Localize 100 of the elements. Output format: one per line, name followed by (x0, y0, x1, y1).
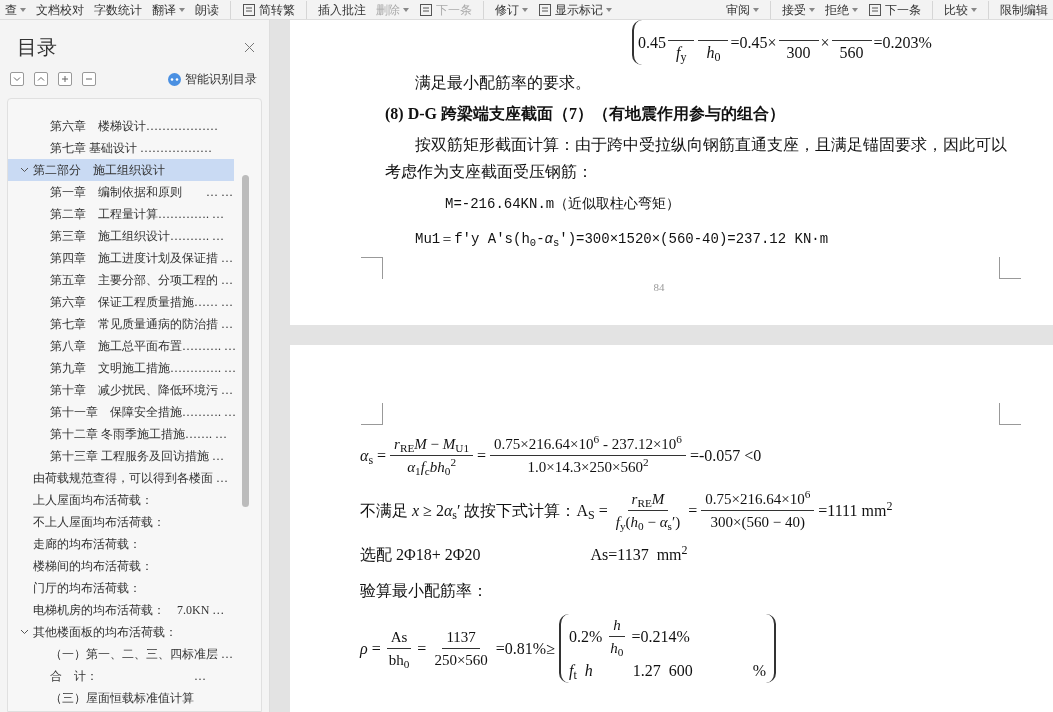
chevron-down-icon[interactable] (20, 167, 29, 173)
document-icon (242, 2, 256, 17)
fraction: 1137 250×560 (430, 626, 492, 671)
crop-mark (361, 403, 383, 425)
toc-item[interactable]: 第四章 施工进度计划及保证措 … (8, 247, 234, 269)
formula-text: =0.203% (873, 32, 932, 53)
toc-item[interactable]: 合 计： … (8, 665, 234, 687)
moment-line: M=-216.64KN.m（近似取柱心弯矩） (444, 195, 682, 214)
fraction: 0.75×216.64×10$^{6}$ - 237.12×10$^{6}$ 1.0×14.3×250×560$^{2}$ (490, 433, 686, 478)
formula-text: ρ = (360, 638, 381, 660)
fraction: As bh$_{0}$ (384, 626, 414, 671)
toc-item[interactable]: 第五章 主要分部、分项工程的 … (8, 269, 234, 291)
toc-item[interactable]: 第十二章 冬雨季施工措施……. … (8, 423, 234, 445)
toc-item[interactable]: 第十三章 工程服务及回访措施 … (8, 445, 234, 467)
toolbar-button[interactable]: 修订 (483, 0, 533, 19)
toc-item[interactable]: 第二部分 施工组织设计 (8, 159, 234, 181)
caret-icon (403, 7, 409, 12)
toolbar-button[interactable]: 翻译 (147, 0, 190, 19)
toc-item[interactable]: 第七章 基础设计 ……………… (8, 137, 234, 159)
paragraph: 验算最小配筋率： (360, 581, 489, 601)
formula-text: 0.2% (569, 626, 603, 647)
expand-all-button[interactable] (10, 72, 24, 86)
toolbar-button[interactable]: 拒绝 (820, 0, 863, 19)
page-number: 84 (653, 280, 665, 295)
toc-item[interactable]: 第一章 编制依据和原则 … … (8, 181, 234, 203)
toolbar-button[interactable]: 接受 (770, 0, 820, 19)
fraction: r$_{RE}$M f$_{y}$(h$_{0}$ − α$_{s}$′) (611, 488, 685, 533)
caret-icon (606, 7, 612, 12)
paragraph: 按双筋矩形截面计算：由于跨中受拉纵向钢筋直通支座，且满足锚固要求，因此可以考虑作为支座截面受压钢筋： (385, 135, 1008, 182)
caret-icon (20, 7, 26, 12)
toc-item[interactable]: 电梯机房的均布活荷载： 7.0KN … (8, 599, 234, 621)
toc-item[interactable]: 第七章 常见质量通病的防治措 … (8, 313, 234, 335)
crop-mark (999, 403, 1021, 425)
chevron-down-icon[interactable] (20, 629, 29, 635)
toc-item[interactable]: 第十一章 保障安全措施………. … (8, 401, 234, 423)
caret-icon (753, 7, 759, 12)
collapse-all-button[interactable] (34, 72, 48, 86)
toc-item[interactable]: 楼梯间的均布活荷载： (8, 555, 234, 577)
toc-item[interactable]: 第八章 施工总平面布置………. … (8, 335, 234, 357)
minus-icon (85, 75, 93, 83)
toc-item[interactable]: 第六章 楼梯设计……………… (8, 115, 234, 137)
toc-item[interactable]: 第六章 保证工程质量措施…… … (8, 291, 234, 313)
toolbar-button[interactable]: 审阅 (721, 0, 764, 19)
formula-text: = (477, 445, 487, 466)
caret-icon (179, 7, 185, 12)
toolbar-button[interactable]: 限制编辑 (988, 0, 1053, 19)
formula-text: 选配 2Φ18+ 2Φ20 (360, 545, 481, 565)
toolbar-button[interactable]: 字数统计 (89, 0, 147, 19)
close-icon[interactable] (244, 41, 255, 53)
toc-item[interactable]: 第三章 施工组织设计………. … (8, 225, 234, 247)
crop-mark (999, 257, 1021, 279)
section-heading: (8) D-G 跨梁端支座截面（7）（有地震作用参与的组合） (385, 104, 786, 125)
formula-text: =1111 mm$^{2}$ (818, 498, 893, 521)
formula-text: α$_{s}$ = (360, 445, 387, 468)
toolbar-button[interactable]: 比较 (932, 0, 982, 19)
sidebar-title: 目录 (17, 35, 57, 60)
toc-item[interactable]: 其他楼面板的均布活荷载： (8, 621, 234, 643)
toc-item[interactable]: 上人屋面均布活荷载： (8, 489, 234, 511)
toolbar-button[interactable]: 下一条 (863, 0, 926, 19)
toolbar-button[interactable]: 插入批注 (306, 0, 371, 19)
toc-item[interactable]: 第十章 减少扰民、降低环境污 … (8, 379, 234, 401)
document-icon (868, 2, 882, 17)
chevron-up-icon (37, 75, 45, 83)
fraction-denominator: f$_{y}$ (668, 40, 695, 65)
toc-item[interactable]: （一）第一、二、三、四标准层 … (8, 643, 234, 665)
toc-item[interactable]: 第二章 工程量计算…………. … (8, 203, 234, 225)
formula-text: α$_{s}$′ 故按下式计算：A$_{S}$ = (443, 500, 608, 523)
document-icon (538, 2, 552, 17)
formula-text: =0.45× (730, 32, 777, 53)
toolbar-button[interactable]: 查 (0, 0, 31, 19)
formula-text: =0.81%≥ (495, 638, 555, 659)
toc-item[interactable]: 门厅的均布活荷载： (8, 577, 234, 599)
toc-item[interactable]: 不上人屋面均布活荷载： (8, 511, 234, 533)
fraction-denominator: h$_{0}$ (698, 40, 729, 65)
plus-icon (61, 75, 69, 83)
toc-item[interactable]: 由荷载规范查得，可以得到各楼面 … (8, 467, 234, 489)
crop-mark (361, 257, 383, 279)
toc-item[interactable]: 走廊的均布活荷载： (8, 533, 234, 555)
formula-text: =-0.057 <0 (690, 445, 762, 466)
fraction: 0.75×216.64×10$^{6}$ 300×(560 − 40) (701, 488, 815, 533)
caret-icon (971, 7, 977, 12)
remove-button[interactable] (82, 72, 96, 86)
chevron-down-icon (13, 75, 21, 83)
formula-text: = (417, 638, 427, 659)
add-button[interactable] (58, 72, 72, 86)
caret-icon (809, 7, 815, 12)
formula-line: Mu1＝f'y A's(h$_{0}$-α$_{s}$')=300×1520×(560-40)=237.12 KN·m (414, 230, 830, 251)
toc-item[interactable]: （三）屋面恒载标准值计算 (8, 687, 234, 709)
smart-toc-button[interactable]: 智能识别目录 (168, 70, 257, 88)
toolbar-button[interactable]: 显示标记 (533, 0, 617, 19)
fraction-denominator: 560 (831, 40, 872, 65)
caret-icon (852, 7, 858, 12)
scrollbar-thumb[interactable] (242, 175, 249, 507)
toolbar-button[interactable]: 朗读 (190, 0, 224, 19)
toc-item[interactable]: 第九章 文明施工措施…………. … (8, 357, 234, 379)
formula-text: f$_{t}$ h 1.27 600 % (569, 661, 767, 683)
toolbar-button[interactable]: 文档校对 (31, 0, 89, 19)
formula-text: × (820, 32, 830, 53)
fraction: h h$_{0}$ (606, 614, 628, 659)
toolbar-button[interactable]: 简转繁 (230, 0, 300, 19)
